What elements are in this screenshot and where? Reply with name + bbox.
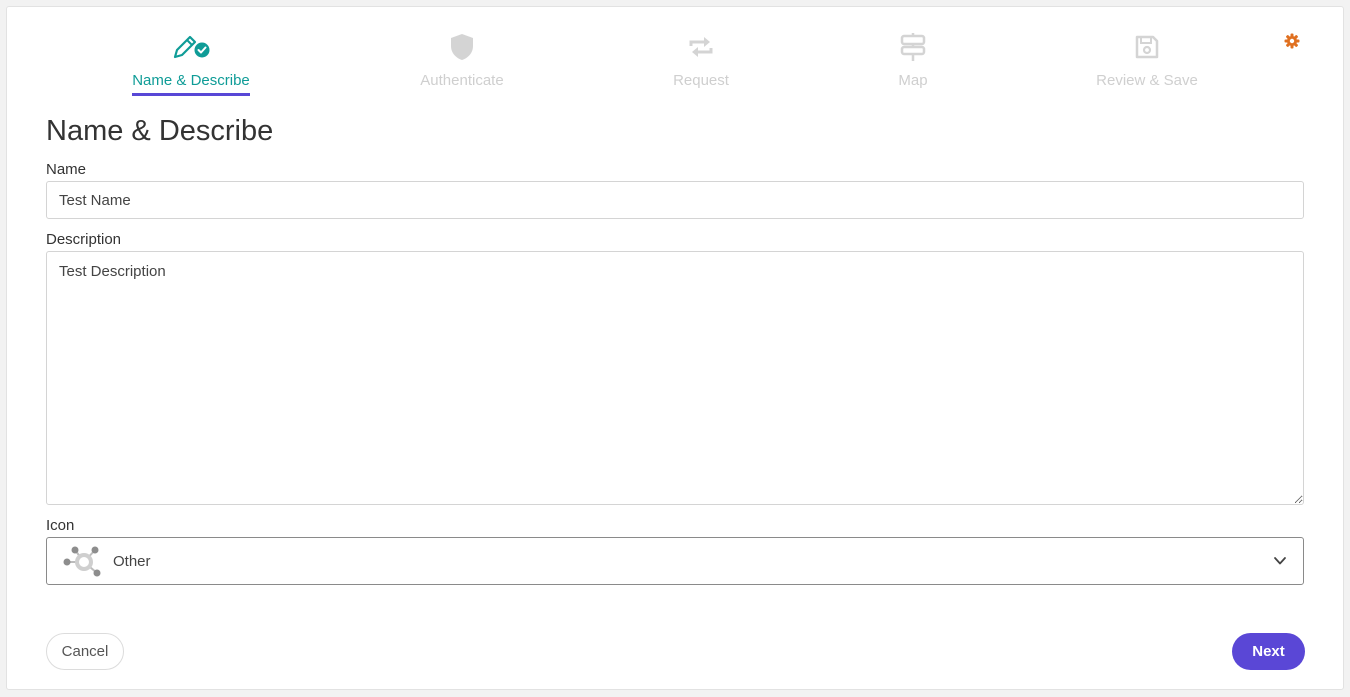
step-authenticate[interactable]: Authenticate xyxy=(362,31,562,93)
icon-select-value: Other xyxy=(113,552,151,570)
step-label: Request xyxy=(673,72,729,89)
step-label: Review & Save xyxy=(1096,72,1198,89)
page-title: Name & Describe xyxy=(46,115,274,147)
pencil-check-icon xyxy=(91,31,291,63)
icon-label: Icon xyxy=(46,517,75,534)
wizard-card: Name & Describe Authenticate Request Map… xyxy=(6,6,1344,690)
save-icon xyxy=(1047,31,1247,63)
name-input[interactable] xyxy=(46,181,1304,219)
cancel-button[interactable]: Cancel xyxy=(46,633,124,670)
description-textarea[interactable]: Test Description xyxy=(46,251,1304,505)
shield-icon xyxy=(362,31,562,63)
step-review-save[interactable]: Review & Save xyxy=(1047,31,1247,93)
chevron-down-icon xyxy=(1274,557,1286,565)
step-label: Name & Describe xyxy=(132,72,250,96)
next-button[interactable]: Next xyxy=(1232,633,1305,670)
signpost-icon xyxy=(813,31,1013,63)
step-label: Map xyxy=(898,72,928,89)
step-label: Authenticate xyxy=(420,72,504,89)
step-map[interactable]: Map xyxy=(813,31,1013,93)
description-label: Description xyxy=(46,231,122,248)
gear-icon[interactable] xyxy=(1284,33,1300,49)
step-name-describe[interactable]: Name & Describe xyxy=(91,31,291,96)
step-request[interactable]: Request xyxy=(601,31,801,93)
name-label: Name xyxy=(46,161,87,178)
wizard-stepper: Name & Describe Authenticate Request Map… xyxy=(7,7,1343,117)
network-nodes-icon xyxy=(63,546,101,577)
icon-select[interactable]: Other xyxy=(46,537,1304,585)
exchange-arrows-icon xyxy=(601,31,801,63)
